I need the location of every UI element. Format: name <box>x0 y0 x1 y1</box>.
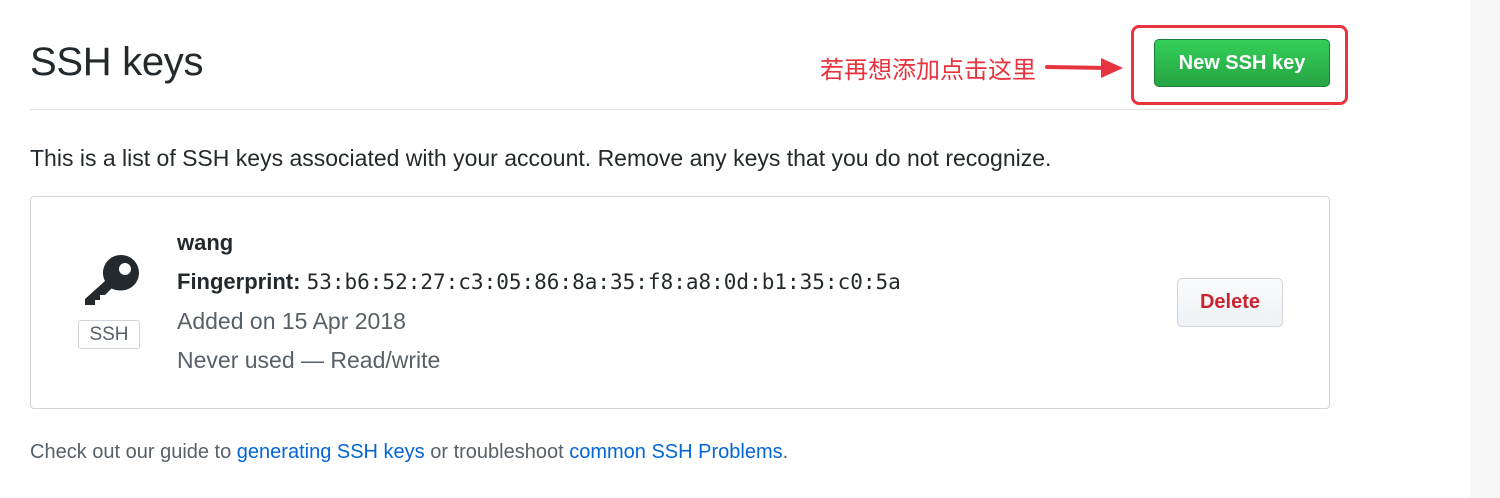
guide-middle: or troubleshoot <box>424 441 570 463</box>
guide-prefix: Check out our guide to <box>30 441 237 463</box>
fingerprint-label: Fingerprint: <box>177 269 301 294</box>
arrow-right-icon <box>1045 58 1123 78</box>
common-ssh-problems-link[interactable]: common SSH Problems <box>569 441 782 463</box>
new-ssh-key-button[interactable]: New SSH key <box>1154 39 1330 87</box>
delete-key-button[interactable]: Delete <box>1177 278 1283 327</box>
fingerprint-row: Fingerprint: 53:b6:52:27:c3:05:86:8a:35:… <box>177 269 901 295</box>
key-type-badge: SSH <box>78 320 140 349</box>
guide-suffix: . <box>782 441 789 463</box>
fingerprint-value: 53:b6:52:27:c3:05:86:8a:35:f8:a8:0d:b1:3… <box>306 270 901 294</box>
title-divider <box>30 109 1330 110</box>
page-title: SSH keys <box>30 40 204 84</box>
intro-text: This is a list of SSH keys associated wi… <box>30 145 1052 171</box>
key-usage-status: Never used — Read/write <box>177 347 441 373</box>
ssh-keys-page: SSH keys 若再想添加点击这里 New SSH key This is a… <box>0 0 1500 498</box>
key-icon <box>85 255 139 305</box>
page-scroll-gutter <box>1470 0 1500 498</box>
guide-text: Check out our guide to generating SSH ke… <box>30 441 788 464</box>
annotation-callout: 若再想添加点击这里 <box>820 56 1036 84</box>
ssh-key-list: SSH wang Fingerprint: 53:b6:52:27:c3:05:… <box>30 196 1330 409</box>
key-title: wang <box>177 230 234 255</box>
generating-ssh-keys-link[interactable]: generating SSH keys <box>237 441 425 463</box>
key-added-date: Added on 15 Apr 2018 <box>177 308 406 334</box>
